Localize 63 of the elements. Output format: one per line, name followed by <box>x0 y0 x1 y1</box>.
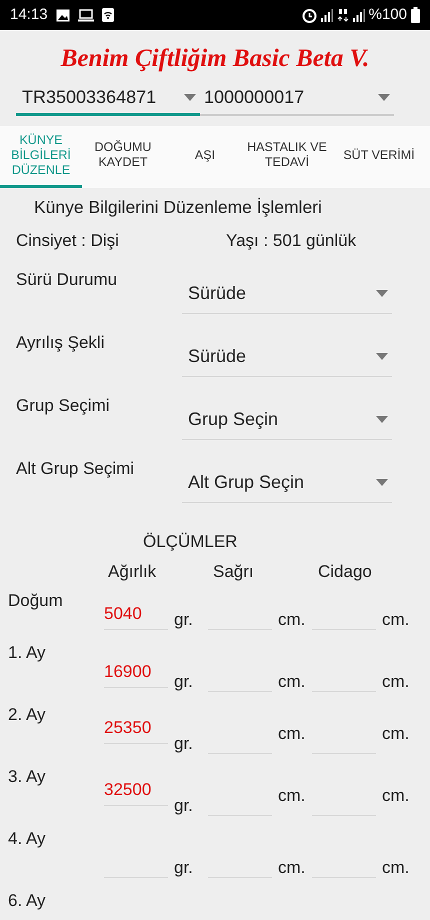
gender-label: Cinsiyet : Dişi <box>16 230 120 252</box>
status-time: 14:13 <box>10 4 48 25</box>
tab[interactable]: AŞI <box>164 126 246 188</box>
image-icon <box>56 8 70 22</box>
unit-label: gr. <box>173 794 194 817</box>
input-field[interactable]: 32500 <box>104 774 168 806</box>
input-field[interactable]: 5040 <box>104 598 168 630</box>
app-title: Benim Çiftliğim Basic Beta V. <box>60 44 370 74</box>
unit-label: cm. <box>277 670 306 693</box>
row-label: 3. Ay <box>8 766 46 788</box>
age-label: Yaşı : 501 günlük <box>226 230 356 252</box>
animal-dropdown[interactable]: TR35003364871 <box>16 82 200 116</box>
tab[interactable]: HASTALIK VE TEDAVİ <box>246 126 328 188</box>
row-label: Doğum <box>8 590 64 612</box>
unit-label: cm. <box>381 784 410 807</box>
signal-icon <box>352 8 365 22</box>
unit-label: gr. <box>173 732 194 755</box>
input-field[interactable]: 25350 <box>104 712 168 744</box>
column-header: Ağırlık <box>108 560 158 583</box>
dropdown[interactable]: Sürüde <box>182 337 392 378</box>
unit-label: cm. <box>277 784 306 807</box>
unit-label: cm. <box>381 856 410 879</box>
field-label: Alt Grup Seçimi <box>16 458 136 480</box>
dropdown[interactable]: Sürüde <box>182 274 392 314</box>
row-label: 6. Ay <box>8 890 46 912</box>
section-title: Künye Bilgilerini Düzenleme İşlemleri <box>33 196 323 219</box>
unit-label: cm. <box>277 856 306 879</box>
dropdown-caret-icon <box>376 290 388 298</box>
unit-label: cm. <box>277 722 306 745</box>
tab[interactable]: DOĞUMU KAYDET <box>82 126 164 188</box>
animal-dropdown[interactable]: 1000000017 <box>200 82 394 116</box>
field-label: Sürü Durumu <box>16 269 118 292</box>
dropdown-caret-icon <box>376 479 388 486</box>
unit-label: gr. <box>173 856 194 879</box>
tab[interactable]: SÜT VERİMİ <box>328 126 430 188</box>
alarm-icon <box>302 8 317 22</box>
dropdown-caret-icon <box>184 94 196 100</box>
row-label: 4. Ay <box>8 828 46 850</box>
laptop-icon <box>78 8 94 22</box>
network-4g-icon <box>336 8 349 22</box>
unit-label: gr. <box>173 608 194 631</box>
wifi-icon <box>102 8 114 22</box>
field-label: Ayrılış Şekli <box>16 332 106 354</box>
dropdown[interactable]: Alt Grup Seçin <box>182 463 392 504</box>
field-label: Grup Seçimi <box>16 395 111 418</box>
row-label: 2. Ay <box>8 704 46 726</box>
column-header: Cidago <box>318 560 373 583</box>
column-header: Sağrı <box>213 560 255 583</box>
row-label: 1. Ay <box>8 642 46 664</box>
unit-label: cm. <box>277 608 306 631</box>
dropdown[interactable]: Grup Seçin <box>182 400 392 440</box>
dropdown-caret-icon <box>376 416 388 424</box>
dropdown-caret-icon <box>376 353 388 360</box>
unit-label: cm. <box>381 608 410 631</box>
dropdown-caret-icon <box>378 94 390 101</box>
battery-icon <box>411 7 420 23</box>
unit-label: cm. <box>381 722 410 745</box>
input-field[interactable]: 16900 <box>104 656 168 688</box>
battery-percent: %100 <box>368 4 407 25</box>
unit-label: gr. <box>173 670 194 693</box>
signal-icon <box>320 8 333 22</box>
unit-label: cm. <box>381 670 410 693</box>
measurements-title: ÖLÇÜMLER <box>142 531 238 554</box>
